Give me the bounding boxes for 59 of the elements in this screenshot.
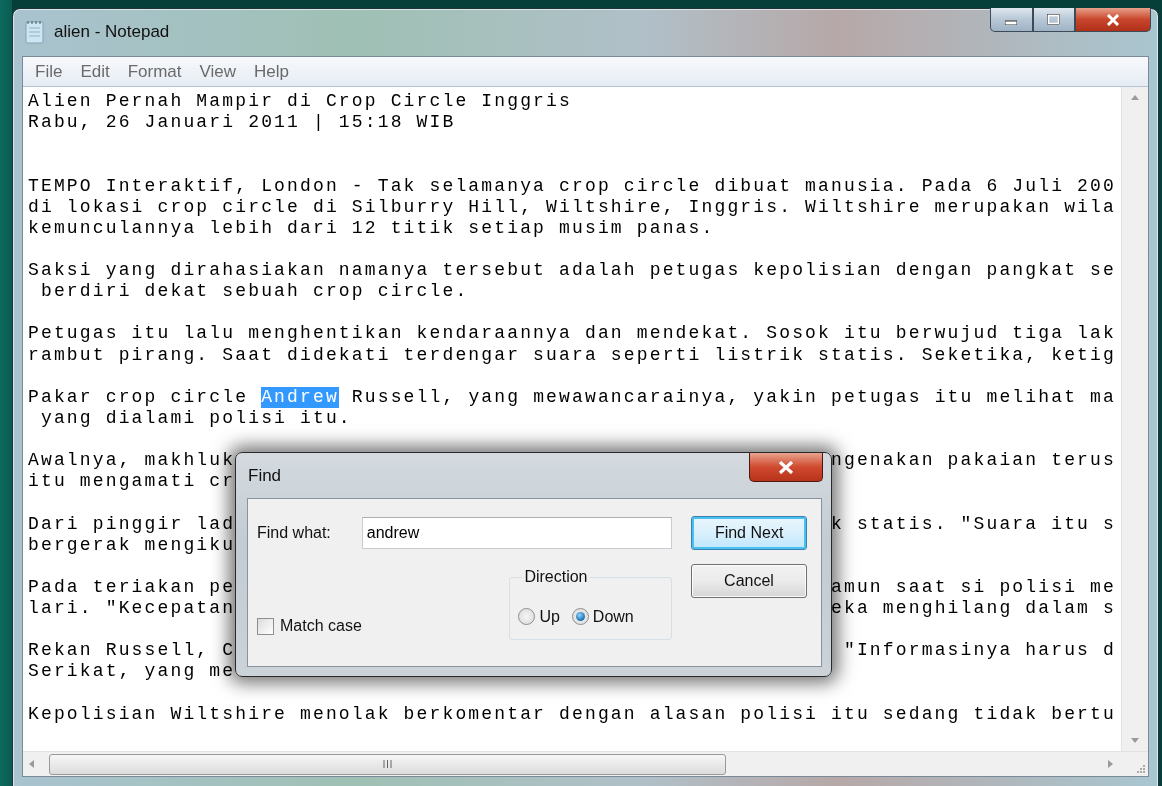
scroll-up-icon[interactable]	[1130, 95, 1139, 100]
text-line: eka menghilang dalam s	[831, 598, 1116, 620]
scroll-left-icon[interactable]	[28, 760, 34, 768]
text-line: berdiri dekat sebuah crop circle.	[39, 281, 469, 303]
text-line: di lokasi crop circle di Silburry Hill, Wiltshire, Inggris. Wiltshire merupakan wila	[28, 196, 1116, 218]
dialog-title: Find	[248, 465, 282, 486]
find-next-button[interactable]: Find Next	[691, 516, 807, 550]
direction-radio[interactable]: Up	[518, 607, 560, 626]
minimize-button[interactable]	[989, 8, 1033, 32]
text-line: Awalnya, makhluk	[28, 450, 236, 472]
maximize-button[interactable]	[1032, 8, 1075, 32]
text-line: Russell, yang mewawancarainya, yakin petugas itu melihat ma	[350, 386, 1116, 408]
close-button[interactable]	[1074, 8, 1151, 32]
text-line: Rekan Russell, C	[28, 640, 236, 662]
radio-icon[interactable]	[518, 608, 536, 625]
close-icon	[778, 460, 794, 474]
maximize-icon	[1047, 14, 1061, 25]
text-line: Saksi yang dirahasiakan namanya tersebut adalah petugas kepolisian dengan pangkat se	[28, 260, 1116, 282]
text-line: Kepolisian Wiltshire menolak berkomentar dengan alasan polisi itu sedang tidak bertu	[28, 703, 1116, 725]
group-label: Direction	[523, 568, 589, 586]
text-line: Petugas itu lalu menghentikan kendaraannya dan mendekat. Sosok itu berwujud tiga lak	[28, 323, 1116, 345]
text-line: kemunculannya lebih dari 12 titik setiap musim panas.	[28, 217, 715, 239]
close-icon	[1105, 13, 1120, 26]
text-line: Rabu, 26 Januari 2011 | 15:18 WIB	[28, 112, 456, 134]
text-line: lari. "Kecepatan	[28, 598, 236, 620]
menu-item[interactable]: View	[191, 61, 245, 82]
text-line: Pada teriakan pe	[28, 576, 236, 598]
grip-icon	[383, 760, 392, 768]
text-line: yang dialami polisi itu.	[39, 407, 352, 429]
notepad-icon	[25, 20, 45, 44]
size-grip-icon[interactable]	[1134, 763, 1145, 773]
text-line: Serikat, yang me	[28, 661, 236, 683]
text-line: k statis. "Suara itu s	[831, 513, 1116, 535]
scroll-down-icon[interactable]	[1130, 738, 1139, 743]
selected-text: Andrew	[261, 386, 339, 408]
text-line: Dari pinggir lad	[28, 513, 236, 535]
text-line: "Informasinya harus d	[843, 640, 1116, 662]
text-line: amun saat si polisi me	[831, 576, 1116, 598]
search-field[interactable]: andrew	[361, 517, 673, 549]
text-line: ngenakan pakaian terus	[831, 450, 1116, 472]
menu-item[interactable]: Edit	[72, 61, 118, 82]
text-line: Alien Pernah Mampir di Crop Circle Inggris	[28, 91, 572, 113]
menu-item[interactable]: Format	[119, 61, 190, 82]
match-case-checkbox[interactable]: Match case	[257, 617, 362, 635]
checkbox-icon[interactable]	[257, 617, 274, 635]
scroll-right-icon[interactable]	[1108, 760, 1114, 768]
text-line: itu mengamati cr	[28, 471, 236, 493]
field-label: Find what:	[257, 524, 332, 542]
text-line: rambut pirang. Saat didekati terdengar suara seperti listrik statis. Seketika, ketig	[28, 344, 1116, 366]
text-line: TEMPO Interaktif, London - Tak selamanya crop circle dibuat manusia. Pada 6 Juli 200	[28, 175, 1116, 197]
menu-item[interactable]: File	[27, 61, 71, 82]
text-line: Pakar crop circle	[28, 386, 250, 408]
radio-icon[interactable]	[571, 608, 589, 625]
text-line: bergerak mengiku	[28, 534, 236, 556]
cancel-button[interactable]: Cancel	[691, 564, 807, 598]
menu-item[interactable]: Help	[246, 61, 298, 82]
window-title: alien - Notepad	[54, 22, 170, 42]
direction-radio[interactable]: Down	[571, 607, 634, 626]
close-button[interactable]	[749, 453, 823, 482]
